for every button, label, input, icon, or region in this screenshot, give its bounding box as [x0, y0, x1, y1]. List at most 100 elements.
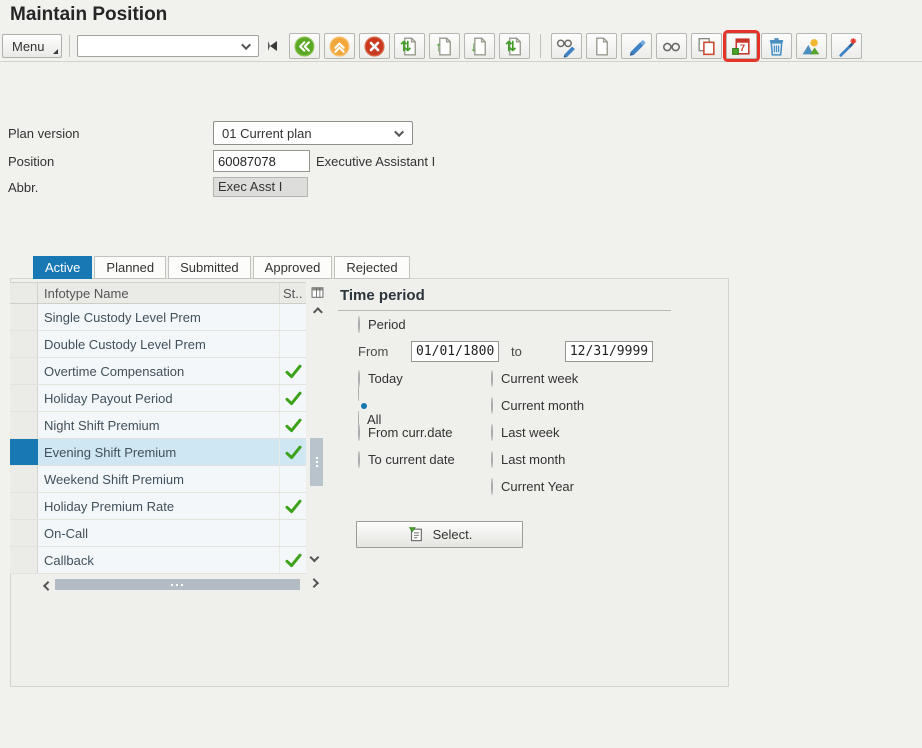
position-input[interactable]: [213, 150, 310, 172]
create-icon: [590, 35, 613, 58]
time-period-title: Time period: [338, 284, 671, 311]
radio-option-all[interactable]: All: [358, 383, 382, 428]
delete-button[interactable]: [760, 33, 792, 59]
toolbar: Menu ⇅ ↑ ↓ ⇅ 7: [0, 31, 922, 62]
radio-option-current-year[interactable]: Current Year: [491, 478, 574, 495]
radio-option-period[interactable]: Period: [358, 316, 406, 333]
tab-planned[interactable]: Planned: [94, 256, 167, 279]
row-selector[interactable]: [10, 304, 38, 330]
checkmark-icon: [285, 445, 302, 460]
scroll-up-button[interactable]: [309, 306, 324, 320]
radio-icon[interactable]: [358, 451, 360, 468]
command-field[interactable]: [76, 35, 259, 57]
status-cell: [279, 439, 306, 465]
status-cell: [279, 466, 306, 492]
svg-text:⇅: ⇅: [505, 39, 517, 54]
status-column-header[interactable]: St..: [279, 283, 306, 303]
plan-version-select[interactable]: 01 Current plan: [213, 121, 413, 145]
wand-button[interactable]: [830, 33, 862, 59]
exit-button[interactable]: [323, 33, 355, 59]
infotype-name-cell[interactable]: On-Call: [38, 520, 279, 546]
status-cell: [279, 331, 306, 357]
collapse-toolbar-button[interactable]: [267, 41, 277, 51]
selector-column-header[interactable]: [10, 283, 38, 303]
svg-text:↑: ↑: [435, 39, 442, 54]
radio-icon[interactable]: [491, 451, 493, 468]
infotype-name-cell[interactable]: Holiday Premium Rate: [38, 493, 279, 519]
row-selector[interactable]: [10, 520, 38, 546]
row-selector[interactable]: [10, 412, 38, 438]
copy-button[interactable]: [690, 33, 722, 59]
row-selector[interactable]: [10, 331, 38, 357]
vertical-scroll-thumb[interactable]: [310, 438, 323, 486]
vertical-scroll-track[interactable]: [309, 320, 324, 552]
overview-icon: [800, 35, 823, 58]
infotype-name-cell[interactable]: Night Shift Premium: [38, 412, 279, 438]
infotype-name-cell[interactable]: Callback: [38, 547, 279, 573]
tab-approved[interactable]: Approved: [252, 256, 333, 279]
radio-icon[interactable]: [491, 370, 493, 387]
tab-active[interactable]: Active: [33, 256, 93, 279]
tab-rejected[interactable]: Rejected: [334, 256, 410, 279]
radio-icon[interactable]: [491, 478, 493, 495]
row-selector[interactable]: [10, 358, 38, 384]
radio-icon[interactable]: [491, 397, 493, 414]
position-label: Position: [8, 153, 55, 169]
from-date-input[interactable]: [411, 341, 499, 362]
horizontal-scroll-thumb[interactable]: [55, 579, 300, 590]
toolbar-group-divider: [539, 34, 541, 58]
delimit-button[interactable]: 7: [725, 33, 757, 59]
infotype-name-cell[interactable]: Overtime Compensation: [38, 358, 279, 384]
infotype-name-header[interactable]: Infotype Name: [38, 286, 279, 301]
radio-option-current-month[interactable]: Current month: [491, 397, 584, 414]
cancel-icon: [363, 35, 386, 58]
change-button[interactable]: [620, 33, 652, 59]
row-selector[interactable]: [10, 493, 38, 519]
infotype-name-cell[interactable]: Double Custody Level Prem: [38, 331, 279, 357]
row-selector[interactable]: [10, 385, 38, 411]
overview-button[interactable]: [795, 33, 827, 59]
infotype-name-cell[interactable]: Evening Shift Premium: [38, 439, 279, 465]
radio-icon[interactable]: [358, 316, 360, 333]
status-cell: [279, 520, 306, 546]
scroll-left-button[interactable]: [39, 578, 53, 591]
display-change-button[interactable]: [550, 33, 582, 59]
next-page-icon: ↓: [468, 35, 491, 58]
last-page-button[interactable]: ⇅: [498, 33, 530, 59]
radio-option-last-week[interactable]: Last week: [491, 424, 560, 441]
first-page-button[interactable]: ⇅: [393, 33, 425, 59]
infotype-name-cell[interactable]: Weekend Shift Premium: [38, 466, 279, 492]
menu-button[interactable]: Menu: [2, 34, 62, 58]
radio-icon[interactable]: [491, 424, 493, 441]
wand-icon: [835, 35, 858, 58]
display-button[interactable]: [655, 33, 687, 59]
from-to-row: From to: [338, 338, 671, 365]
select-button[interactable]: Select.: [356, 521, 523, 548]
chevron-down-icon[interactable]: [240, 39, 251, 50]
previous-page-button[interactable]: ↑: [428, 33, 460, 59]
table-settings-button[interactable]: [309, 282, 325, 303]
radio-option-to-current-date[interactable]: To current date: [358, 451, 455, 468]
radio-option-current-week[interactable]: Current week: [491, 370, 578, 387]
plan-version-row: Plan version 01 Current plan: [8, 121, 435, 145]
table-row: Holiday Payout Period: [10, 385, 306, 412]
tab-submitted[interactable]: Submitted: [168, 256, 251, 279]
horizontal-scroll-track[interactable]: [53, 578, 308, 591]
back-button[interactable]: [288, 33, 320, 59]
to-date-input[interactable]: [564, 341, 653, 362]
row-selector[interactable]: [10, 439, 38, 465]
infotype-name-cell[interactable]: Single Custody Level Prem: [38, 304, 279, 330]
infotype-name-cell[interactable]: Holiday Payout Period: [38, 385, 279, 411]
cancel-button[interactable]: [358, 33, 390, 59]
scroll-right-button[interactable]: [308, 578, 322, 591]
scroll-down-button[interactable]: [309, 551, 324, 566]
next-page-button[interactable]: ↓: [463, 33, 495, 59]
create-button[interactable]: [585, 33, 617, 59]
radio-icon[interactable]: [358, 424, 360, 441]
row-selector[interactable]: [10, 466, 38, 492]
status-tabstrip: Active Planned Submitted Approved Rejected: [33, 256, 410, 279]
radio-option-last-month[interactable]: Last month: [491, 451, 565, 468]
checkmark-icon: [285, 364, 302, 379]
radio-option-from-curr-date[interactable]: From curr.date: [358, 424, 453, 441]
row-selector[interactable]: [10, 547, 38, 573]
